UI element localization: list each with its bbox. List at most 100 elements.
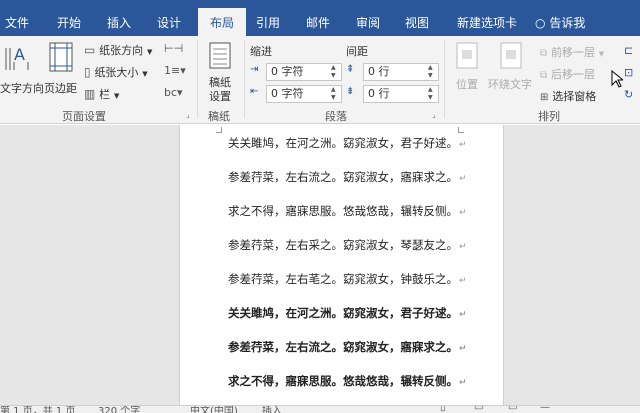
margins-icon [49,42,73,72]
paragraph-mark-icon: ↵ [459,174,467,184]
margin-corner-mark [216,127,222,133]
wrap-text-label: 环绕文字 [488,78,532,91]
send-backward-button[interactable]: ⧉ 后移一层 [540,66,620,82]
tab-new[interactable]: 新建选项卡 [447,0,527,36]
spinner-arrows-icon[interactable]: ▲ ▼ [428,64,436,80]
ribbon-tab-bar: 文件 开始 插入 设计 布局 引用 邮件 审阅 视图 新建选项卡 ○ 告诉我 [0,0,640,36]
tab-mailings[interactable]: 邮件 [298,0,338,36]
mouse-cursor-icon [611,70,623,88]
columns-icon: ▥ [84,87,96,101]
rotate-icon[interactable]: ↻ [624,88,640,104]
spacing-after-icon: ⇟ [346,86,355,97]
insert-mode-status[interactable]: 插入 [262,406,282,413]
paragraph-line-bold[interactable]: 求之不得，寤寐思服。悠哉悠哉，辗转反侧。↵ [228,373,467,389]
size-dropdown[interactable]: ▯ 纸张大小 ▼ [84,64,164,82]
tab-references[interactable]: 引用 [248,0,288,36]
paragraph-line[interactable]: 参差荇菜，左右采之。窈窕淑女，琴瑟友之。↵ [228,237,467,253]
margins-label: 页边距 [44,82,77,95]
web-layout-icon[interactable]: ▭ [508,406,517,413]
paragraph-line[interactable]: 关关雎鸠，在河之洲。窈窕淑女，君子好逑。↵ [228,135,467,151]
manuscript-settings-label: 设置 [209,90,231,103]
page-setup-launcher-icon[interactable]: ⌟ [186,110,190,119]
paragraph-line[interactable]: 求之不得，寤寐思服。悠哉悠哉，辗转反侧。↵ [228,203,467,219]
manuscript-icon [209,42,231,69]
selection-pane-icon: ⊞ [540,92,549,103]
wrap-text-button[interactable]: 环绕文字 [488,42,536,104]
divider [444,40,445,118]
indent-left-icon: ⇥ [250,64,259,75]
tab-design[interactable]: 设计 [149,0,189,36]
page-setup-group-label: 页面设置 [62,110,106,123]
hyphenation-button[interactable]: bc▾ [164,86,192,102]
bring-forward-button[interactable]: ⧉ 前移一层 ▼ [540,44,620,60]
paragraph-mark-icon: ↵ [459,208,467,218]
spinner-arrows-icon[interactable]: ▲ ▼ [331,64,339,80]
chevron-down-icon: ▼ [142,70,148,78]
tab-view[interactable]: 视图 [397,0,437,36]
page-count-status[interactable]: 第 1 页，共 1 页 [0,406,75,413]
spacing-label: 间距 [346,45,368,58]
lightbulb-icon: ○ [535,16,546,30]
chevron-down-icon: ▼ [598,50,605,58]
paragraph-mark-icon: ↵ [459,378,467,388]
paragraph-mark-icon: ↵ [459,344,467,354]
group-icon[interactable]: ⊡ [624,66,640,82]
text-direction-button[interactable]: A 文字方向 [0,40,44,100]
spacing-before-input[interactable]: 0 行 ▲ ▼ [363,63,439,81]
columns-dropdown[interactable]: ▥ 栏 ▼ [84,86,134,104]
chevron-down-icon: ▼ [114,92,120,100]
tell-me-search[interactable]: ○ 告诉我 [535,0,595,36]
indent-right-input[interactable]: 0 字符 ▲ ▼ [266,85,342,103]
spacing-before-icon: ⇞ [346,64,355,75]
breaks-icon: ⊢⊣ [164,42,184,55]
tab-insert[interactable]: 插入 [99,0,139,36]
selection-pane-button[interactable]: ⊞ 选择窗格 [540,88,620,104]
indent-right-icon: ⇤ [250,86,259,97]
paragraph-launcher-icon[interactable]: ⌟ [432,110,436,119]
paragraph-line-bold[interactable]: 关关雎鸠，在河之洲。窈窕淑女，君子好逑。↵ [228,305,467,321]
read-mode-icon[interactable]: ▯ [440,406,446,413]
indent-left-input[interactable]: 0 字符 ▲ ▼ [266,63,342,81]
tab-home[interactable]: 开始 [48,0,90,36]
breaks-button[interactable]: ⊢⊣ [164,42,192,58]
chevron-down-icon: ▼ [147,48,153,56]
align-icon[interactable]: ⊏ [624,44,640,60]
position-icon [456,42,478,69]
arrange-group-label: 排列 [538,110,560,123]
orientation-dropdown[interactable]: ▭ 纸张方向 ▼ [84,42,164,60]
hyphenation-icon: bc▾ [164,86,183,99]
wrap-text-icon [500,42,522,69]
spacing-after-input[interactable]: 0 行 ▲ ▼ [363,85,439,103]
line-numbers-button[interactable]: 1≡▾ [164,64,192,80]
zoom-slider[interactable]: — [540,406,550,413]
ribbon-layout: A 文字方向 页边距 ▭ 纸张方向 ▼ ▯ 纸张大小 ▼ ▥ 栏 ▼ ⊢⊣ 1≡… [0,36,640,124]
paragraph-line-bold[interactable]: 参差荇菜，左右流之。窈窕淑女，寤寐求之。↵ [228,339,467,355]
word-count-status[interactable]: 320 个字 [98,406,140,413]
position-label: 位置 [456,78,478,91]
paragraph-group-label: 段落 [325,110,347,123]
position-button[interactable]: 位置 [450,42,486,104]
paragraph-mark-icon: ↵ [459,140,467,150]
print-layout-icon[interactable]: ▭ [474,406,483,413]
bring-forward-icon: ⧉ [540,48,548,59]
tab-layout[interactable]: 布局 [198,8,246,36]
spinner-arrows-icon[interactable]: ▲ ▼ [331,86,339,102]
margins-button[interactable]: 页边距 [44,40,80,100]
paragraph-line[interactable]: 参差荇菜，左右流之。窈窕淑女，寤寐求之。↵ [228,169,467,185]
orientation-icon: ▭ [84,43,96,57]
svg-text:A: A [14,45,25,64]
manuscript-settings-button[interactable]: 稿纸 设置 [204,42,238,104]
tab-review[interactable]: 审阅 [348,0,388,36]
send-backward-icon: ⧉ [540,70,548,81]
text-direction-icon: A [5,45,29,70]
text-direction-label: 文字方向 [0,82,44,95]
document-page[interactable]: 关关雎鸠，在河之洲。窈窕淑女，君子好逑。↵ 参差荇菜，左右流之。窈窕淑女，寤寐求… [179,125,504,405]
margin-corner-mark [458,127,464,133]
divider [244,40,245,118]
indent-label: 缩进 [250,45,272,58]
paragraph-line[interactable]: 参差荇菜，左右芼之。窈窕淑女，钟鼓乐之。↵ [228,271,467,287]
language-status[interactable]: 中文(中国) [190,406,238,413]
spinner-arrows-icon[interactable]: ▲ ▼ [428,86,436,102]
line-numbers-icon: 1≡▾ [164,64,186,77]
tab-file[interactable]: 文件 [0,0,34,36]
